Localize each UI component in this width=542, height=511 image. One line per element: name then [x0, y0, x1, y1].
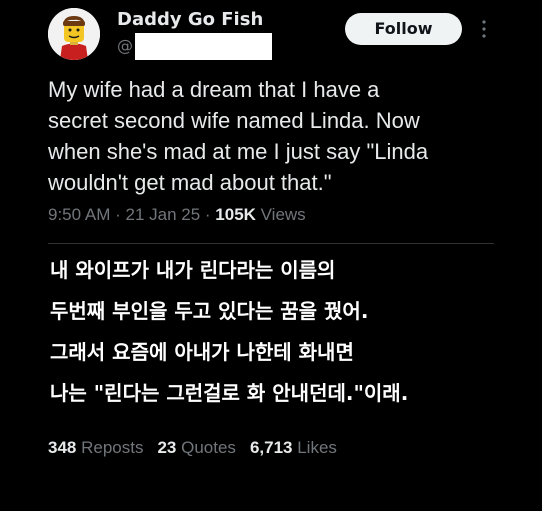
engagement-stats: 348 Reposts 23 Quotes 6,713 Likes [48, 438, 337, 458]
divider [48, 243, 494, 244]
likes-stat[interactable]: 6,713 Likes [250, 438, 337, 457]
quotes-stat[interactable]: 23 Quotes [157, 438, 235, 457]
quotes-count: 23 [157, 438, 177, 457]
translation-line: 내 와이프가 내가 린다라는 이름의 [50, 258, 336, 282]
meta-separator: · [110, 205, 126, 224]
translation-line: 나는 "린다는 그런걸로 화 안내던데."이래. [50, 381, 409, 405]
tweet-text: My wife had a dream that I have a secret… [48, 77, 429, 195]
reposts-count: 348 [48, 438, 77, 457]
avatar[interactable] [48, 8, 100, 60]
tweet-time[interactable]: 9:50 AM [48, 205, 110, 224]
translation-line: 그래서 요즘에 아내가 나한테 화내면 [50, 340, 354, 364]
views-count: 105K [215, 205, 256, 224]
tweet-date[interactable]: 21 Jan 25 [125, 205, 200, 224]
handle-redaction [135, 33, 272, 60]
lego-minifigure-avatar-icon [48, 8, 100, 60]
likes-label: Likes [292, 438, 337, 457]
views-label: Views [255, 205, 306, 224]
meta-separator: · [200, 205, 216, 224]
quotes-label: Quotes [176, 438, 236, 457]
translation-line: 두번째 부인을 두고 있다는 꿈을 꿨어. [50, 299, 369, 323]
likes-count: 6,713 [249, 438, 293, 457]
reposts-stat[interactable]: 348 Reposts [48, 438, 143, 457]
handle[interactable]: @ [117, 36, 133, 55]
display-name[interactable]: Daddy Go Fish [117, 9, 263, 30]
more-dots-icon[interactable] [478, 18, 490, 40]
korean-translation: 내 와이프가 내가 린다라는 이름의 두번째 부인을 두고 있다는 꿈을 꿨어.… [50, 250, 520, 414]
tweet-meta: 9:50 AM · 21 Jan 25 · 105K Views [48, 205, 306, 225]
reposts-label: Reposts [76, 438, 144, 457]
follow-button[interactable]: Follow [345, 13, 462, 45]
